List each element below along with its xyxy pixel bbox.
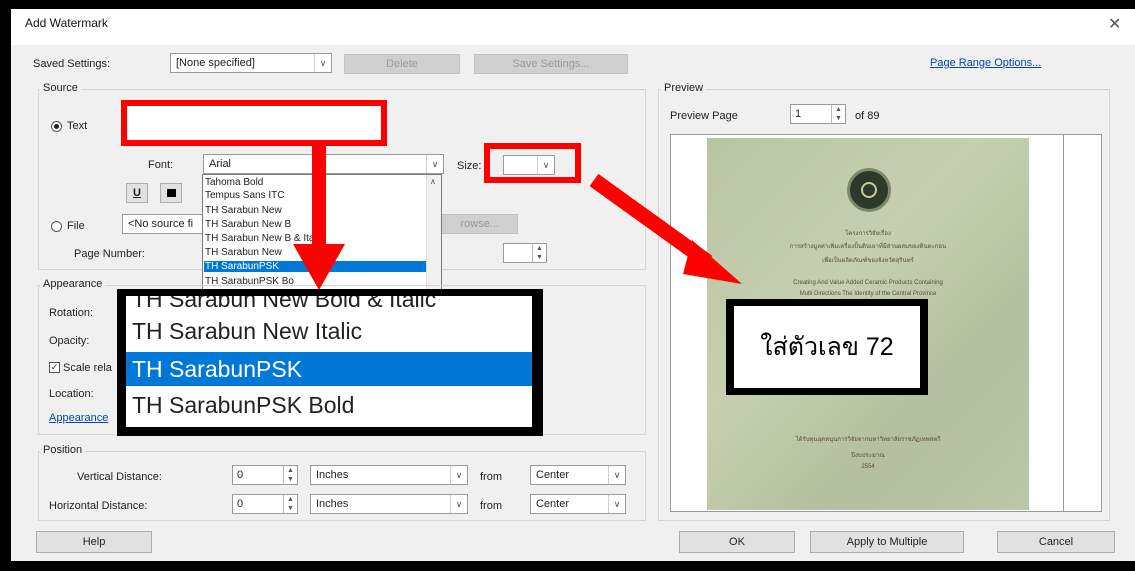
diagonal-arrow-icon	[589, 173, 742, 284]
annotation-arrows	[293, 146, 742, 290]
down-arrow-icon	[293, 146, 345, 290]
